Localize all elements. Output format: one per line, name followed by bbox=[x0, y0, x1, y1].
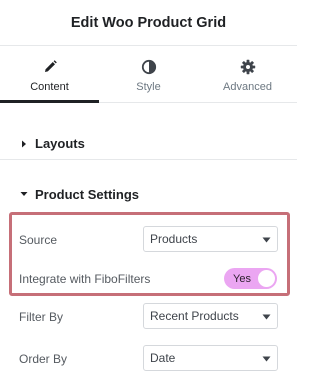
order-by-select[interactable]: Date bbox=[143, 345, 278, 371]
tab-bar: Content Style Advanced bbox=[0, 46, 297, 103]
filter-by-row: Filter By Recent Products bbox=[0, 303, 297, 331]
tab-content[interactable]: Content bbox=[0, 46, 99, 103]
editor-panel: Edit Woo Product Grid Content Style Adva… bbox=[0, 0, 297, 383]
order-by-row: Order By Date bbox=[0, 345, 297, 373]
section-layouts-title: Layouts bbox=[35, 136, 85, 151]
chevron-down-icon bbox=[262, 237, 271, 243]
gear-icon bbox=[240, 59, 255, 75]
order-by-label: Order By bbox=[19, 352, 68, 366]
source-select[interactable]: Products bbox=[143, 226, 278, 252]
source-row: Source Products bbox=[0, 226, 297, 254]
source-select-value: Products bbox=[150, 232, 198, 246]
tab-style-label: Style bbox=[136, 81, 161, 93]
order-by-select-value: Date bbox=[150, 351, 176, 365]
section-product-settings[interactable]: Product Settings bbox=[0, 178, 297, 210]
integrate-toggle-label: Yes bbox=[233, 272, 251, 285]
panel-title: Edit Woo Product Grid bbox=[70, 14, 227, 31]
caret-right-icon bbox=[22, 140, 26, 147]
source-label: Source bbox=[19, 233, 58, 247]
integrate-row: Integrate with FiboFilters Yes bbox=[0, 265, 297, 293]
caret-down-icon bbox=[20, 192, 28, 196]
tab-style[interactable]: Style bbox=[99, 46, 198, 102]
toggle-knob bbox=[258, 270, 275, 287]
chevron-down-icon bbox=[262, 356, 271, 362]
integrate-label: Integrate with FiboFilters bbox=[19, 272, 151, 286]
tab-advanced-label: Advanced bbox=[223, 81, 272, 93]
filter-by-select[interactable]: Recent Products bbox=[143, 303, 278, 329]
section-product-settings-title: Product Settings bbox=[35, 186, 140, 202]
integrate-toggle[interactable]: Yes bbox=[224, 268, 277, 289]
panel-header: Edit Woo Product Grid bbox=[0, 0, 297, 46]
chevron-down-icon bbox=[262, 314, 271, 320]
filter-by-select-value: Recent Products bbox=[150, 309, 239, 323]
filter-by-label: Filter By bbox=[19, 310, 64, 324]
section-layouts[interactable]: Layouts bbox=[0, 128, 297, 160]
contrast-icon bbox=[141, 59, 156, 75]
tab-content-label: Content bbox=[30, 81, 69, 93]
tab-advanced[interactable]: Advanced bbox=[198, 46, 297, 102]
pencil-icon bbox=[44, 60, 57, 72]
